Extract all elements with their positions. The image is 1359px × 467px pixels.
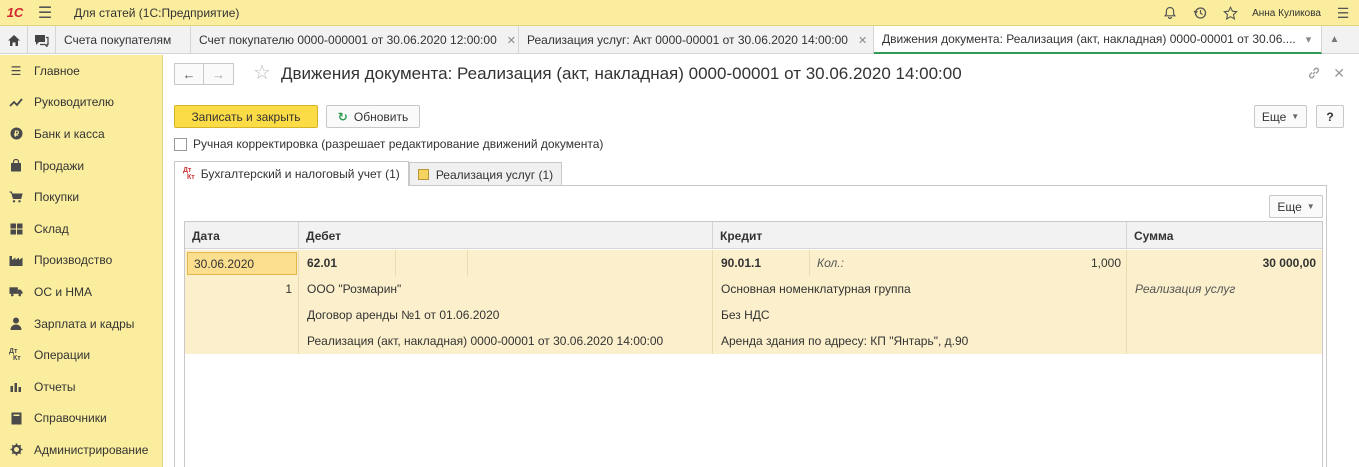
table-row[interactable]: 30.06.2020 1 62.01 ООО "Розмарин" Догово…: [185, 250, 1322, 354]
debit-subconto-3[interactable]: Реализация (акт, накладная) 0000-00001 о…: [307, 328, 663, 354]
page-title: Движения документа: Реализация (акт, нак…: [281, 64, 962, 83]
sidebar-item-main[interactable]: ☰ Главное: [0, 55, 162, 87]
line-number: 1: [285, 282, 292, 296]
dt-kt-icon: Дт Кт: [9, 348, 21, 363]
sidebar-item-operations[interactable]: Дт Кт Операции: [0, 339, 162, 371]
amount[interactable]: 30 000,00: [1127, 250, 1316, 276]
star-icon[interactable]: [1222, 5, 1238, 21]
sidebar: ☰ Главное Руководителю ₽ Банк и касса Прод…: [0, 55, 163, 467]
save-and-close-button[interactable]: Записать и закрыть: [174, 105, 318, 128]
credit-qty-label: Кол.:: [817, 256, 844, 270]
user-name[interactable]: Анна Куликова: [1252, 8, 1321, 19]
sidebar-item-production[interactable]: Производство: [0, 245, 162, 277]
form-tabs: Дт Кт Бухгалтерский и налоговый учет (1) …: [174, 161, 563, 186]
messages-icon[interactable]: [28, 26, 56, 54]
debit-account[interactable]: 62.01: [307, 250, 337, 276]
manual-edit-row: Ручная корректировка (разрешает редактир…: [174, 137, 603, 151]
credit-subconto-2[interactable]: Без НДС: [721, 302, 770, 328]
column-header-debit[interactable]: Дебет: [299, 222, 713, 249]
close-icon[interactable]: ✕: [858, 34, 867, 47]
chevron-down-icon: ▼: [1291, 112, 1300, 121]
menu-icon[interactable]: ☰: [1335, 5, 1351, 21]
sidebar-item-administration[interactable]: Администрирование: [0, 434, 162, 466]
app-title: Для статей (1С:Предприятие): [74, 5, 240, 20]
debit-subconto-2[interactable]: Договор аренды №1 от 01.06.2020: [307, 302, 499, 328]
sidebar-item-purchases[interactable]: Покупки: [0, 181, 162, 213]
back-arrow-icon[interactable]: ←: [174, 63, 204, 85]
link-icon[interactable]: [1307, 66, 1321, 83]
tab-services-act[interactable]: Реализация услуг: Акт 0000-00001 от 30.0…: [519, 26, 874, 54]
refresh-icon: ↻: [337, 109, 348, 124]
sidebar-item-bank[interactable]: ₽ Банк и касса: [0, 118, 162, 150]
grid-more-button[interactable]: Еще ▼: [1269, 195, 1323, 218]
truck-icon: [9, 285, 23, 299]
tab-invoice[interactable]: Счет покупателю 0000-000001 от 30.06.202…: [191, 26, 519, 54]
sidebar-item-sales[interactable]: Продажи: [0, 150, 162, 182]
column-divider: [467, 250, 468, 276]
chevron-down-icon: ▼: [1306, 202, 1315, 211]
credit-account[interactable]: 90.01.1: [721, 250, 761, 276]
credit-qty[interactable]: 1,000: [1025, 250, 1121, 276]
history-icon[interactable]: [1192, 5, 1208, 21]
document-form: ← → ☆ Движения документа: Реализация (ак…: [163, 55, 1359, 467]
chevron-down-icon[interactable]: ▾: [1306, 33, 1312, 46]
main-menu-icon[interactable]: ☰: [30, 3, 60, 23]
tab-scroll-up-icon[interactable]: ▲: [1322, 26, 1347, 53]
gear-icon: [9, 443, 23, 457]
amount-note[interactable]: Реализация услуг: [1135, 276, 1235, 302]
trend-icon: [9, 95, 23, 109]
bag-icon: [9, 159, 23, 173]
dt-kt-icon: Дт Кт: [183, 167, 195, 181]
sidebar-item-warehouse[interactable]: Склад: [0, 213, 162, 245]
home-icon[interactable]: [0, 26, 28, 54]
sidebar-item-salary[interactable]: Зарплата и кадры: [0, 308, 162, 340]
sidebar-item-reports[interactable]: Отчеты: [0, 371, 162, 403]
sidebar-item-management[interactable]: Руководителю: [0, 87, 162, 119]
bar-chart-icon: [9, 380, 23, 394]
tab-invoices-list[interactable]: Счета покупателям: [56, 26, 191, 54]
sidebar-item-catalogs[interactable]: Справочники: [0, 403, 162, 435]
favorite-star-icon[interactable]: ☆: [253, 63, 271, 83]
tab-service-sales[interactable]: Реализация услуг (1): [408, 162, 563, 186]
date-cell[interactable]: 30.06.2020: [187, 252, 297, 275]
manual-edit-checkbox[interactable]: [174, 137, 187, 151]
menu-icon: ☰: [10, 63, 22, 78]
column-header-credit[interactable]: Кредит: [713, 222, 1127, 249]
manual-edit-label[interactable]: Ручная корректировка (разрешает редактир…: [193, 137, 603, 151]
svg-text:₽: ₽: [13, 130, 18, 139]
coin-icon: ₽: [9, 127, 23, 141]
document-icon: [417, 169, 429, 180]
window-tab-bar: Счета покупателям Счет покупателю 0000-0…: [0, 26, 1359, 54]
cart-icon: [9, 190, 23, 204]
book-icon: [9, 411, 23, 425]
factory-icon: [9, 253, 23, 267]
sidebar-item-fixed-assets[interactable]: ОС и НМА: [0, 276, 162, 308]
close-icon[interactable]: ✕: [1333, 65, 1345, 82]
close-icon[interactable]: ✕: [507, 34, 516, 47]
column-divider: [298, 250, 299, 354]
table-header: Дата Дебет Кредит Сумма: [185, 222, 1322, 249]
refresh-button[interactable]: ↻ Обновить: [326, 105, 420, 128]
help-button[interactable]: ?: [1316, 105, 1344, 128]
person-icon: [9, 317, 23, 331]
1c-logo: 1С: [6, 5, 24, 20]
tab-document-movements[interactable]: Движения документа: Реализация (акт, нак…: [874, 26, 1322, 54]
column-divider: [809, 250, 810, 276]
column-divider: [712, 250, 713, 354]
column-divider: [395, 250, 396, 276]
warehouse-icon: [9, 222, 23, 236]
credit-subconto-3[interactable]: Аренда здания по адресу: КП "Янтарь", д.…: [721, 328, 968, 354]
debit-subconto-1[interactable]: ООО "Розмарин": [307, 276, 401, 302]
bell-icon[interactable]: [1162, 5, 1178, 21]
more-button[interactable]: Еще ▼: [1254, 105, 1307, 128]
credit-subconto-1[interactable]: Основная номенклатурная группа: [721, 276, 911, 302]
column-header-date[interactable]: Дата: [185, 222, 299, 249]
forward-arrow-icon[interactable]: →: [204, 63, 234, 85]
movements-table[interactable]: Дата Дебет Кредит Сумма 30.06.2020 1 62.…: [184, 221, 1323, 467]
top-bar: 1С ☰ Для статей (1С:Предприятие) Анна Ку…: [0, 0, 1359, 26]
column-header-amount[interactable]: Сумма: [1127, 222, 1322, 249]
tab-accounting[interactable]: Дт Кт Бухгалтерский и налоговый учет (1): [174, 161, 409, 186]
